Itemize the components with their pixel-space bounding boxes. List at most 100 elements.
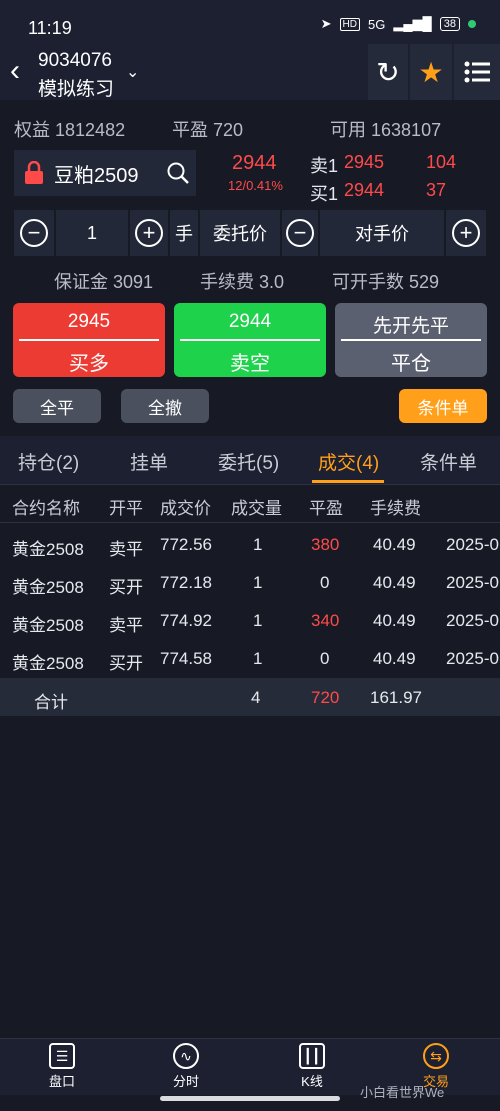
timeshare-icon: ∿ [173,1043,199,1069]
price-increase-button[interactable]: + [446,210,486,256]
cancel-all-button[interactable]: 全撤 [121,389,209,423]
price-input[interactable]: 对手价 [320,210,444,256]
price-type-label: 委托价 [200,210,280,256]
status-icons: ➤ HD 5G ▂▄▆█ 38 [321,16,476,32]
hd-icon: HD [339,17,360,31]
cell-price: 772.56 [160,535,212,554]
total-fee: 161.97 [370,688,422,707]
sell-label: 卖空 [230,353,270,375]
cell-fee: 40.49 [373,535,416,554]
commission: 手续费 3.0 [200,272,285,292]
menu-button[interactable] [454,44,500,100]
signal-icon: ▂▄▆█ [393,16,432,31]
minus-icon: − [286,219,314,247]
search-icon[interactable] [160,161,196,185]
cell-time: 2025-0 [446,611,499,630]
contract-selector[interactable]: 豆粕2509 [14,150,196,196]
bid-price[interactable]: 2944 [344,180,384,201]
price-decrease-button[interactable]: − [282,210,318,256]
total-volume: 4 [251,688,261,707]
divider [341,339,481,341]
cell-time: 2025-0 [446,573,499,592]
ask-price[interactable]: 2945 [344,152,384,173]
orderbook-icon: ☰ [49,1043,75,1069]
price-change: 12/0.41% [228,178,283,193]
close-label: 平仓 [391,353,431,375]
col-price: 成交价 [160,499,211,518]
status-bar: 11:19 ➤ HD 5G ▂▄▆█ 38 [0,0,500,44]
table-row[interactable]: 黄金2508 买开 774.58 1 0 40.49 2025-0 [0,639,500,677]
qty-unit: 手 [170,210,198,256]
divider [180,339,320,341]
divider [19,339,159,341]
cell-pnl: 0 [320,649,330,668]
ask-row[interactable]: 卖1 2945 104 [310,152,456,178]
conditional-order-button[interactable]: 条件单 [399,389,487,423]
col-contract: 合约名称 [12,499,80,518]
candlestick-icon: ┃┃ [299,1043,325,1069]
available-funds: 可用 1638107 [330,120,442,140]
nav-orderbook[interactable]: ☰ 盘口 [22,1043,102,1090]
battery-icon: 38 [439,17,460,31]
nav-label: 分时 [172,1074,199,1089]
cell-pnl: 0 [320,573,330,592]
location-icon: ➤ [320,16,332,31]
table-row[interactable]: 黄金2508 卖平 774.92 1 340 40.49 2025-0 [0,601,500,639]
cell-price: 772.18 [160,573,212,592]
account-mode[interactable]: 模拟练习 [38,74,114,101]
close-mode: 先开先平 [372,316,449,337]
account-number[interactable]: 9034076 [38,50,112,72]
nav-kline[interactable]: ┃┃ K线 [272,1043,352,1090]
watermark: 小白看世界We [360,1085,445,1100]
cell-contract: 黄金2508 [12,654,84,673]
order-controls: − 1 + 手 委托价 − 对手价 + [14,210,486,256]
cell-open-close: 买开 [109,654,143,673]
cell-time: 2025-0 [446,535,499,554]
tab-pending[interactable]: 挂单 [130,448,168,475]
network-label: 5G [367,16,386,32]
last-price: 2944 [232,152,277,174]
floating-pnl: 平盈 720 [172,120,244,140]
ask-label: 卖1 [310,156,339,176]
privacy-dot [468,20,476,28]
qty-decrease-button[interactable]: − [14,210,54,256]
menu-icon [464,61,490,83]
bid-volume: 37 [426,180,447,200]
close-position-button[interactable]: 先开先平 平仓 [335,303,487,377]
tab-positions[interactable]: 持仓(2) [18,448,79,475]
cell-fee: 40.49 [373,649,416,668]
home-indicator[interactable] [160,1096,340,1101]
qty-input[interactable]: 1 [56,210,128,256]
cell-pnl: 340 [311,611,340,630]
table-row[interactable]: 黄金2508 卖平 772.56 1 380 40.49 2025-0 [0,525,500,563]
favorite-button[interactable]: ★ [410,44,452,100]
tab-trades[interactable]: 成交(4) [318,448,379,475]
back-icon[interactable]: ‹ [10,56,20,86]
nav-timeshare[interactable]: ∿ 分时 [146,1043,226,1090]
qty-increase-button[interactable]: + [130,210,168,256]
close-all-button[interactable]: 全平 [13,389,101,423]
cell-contract: 黄金2508 [12,578,84,597]
sell-short-button[interactable]: 2944 卖空 [174,303,326,377]
tab-orders[interactable]: 委托(5) [218,448,279,475]
sell-price: 2944 [228,311,272,332]
trade-icon: ⇆ [423,1043,449,1069]
star-icon: ★ [418,56,444,88]
bid-row[interactable]: 买1 2944 37 [310,180,446,206]
nav-label: 盘口 [48,1074,75,1089]
equity: 权益 1812482 [14,120,126,140]
buy-long-button[interactable]: 2945 买多 [13,303,165,377]
max-lots: 可开手数 529 [332,272,440,292]
refresh-button[interactable]: ↻ [368,44,408,100]
active-tab-indicator [312,480,384,483]
total-label: 合计 [34,693,68,712]
lock-icon[interactable] [14,150,54,196]
chevron-down-icon[interactable]: ⌄ [126,62,139,82]
buy-label: 买多 [69,353,109,375]
cell-volume: 1 [253,535,263,554]
cell-pnl: 380 [311,535,340,554]
ask-volume: 104 [426,152,457,172]
cell-volume: 1 [253,649,263,668]
tab-conditional[interactable]: 条件单 [420,448,477,475]
table-row[interactable]: 黄金2508 买开 772.18 1 0 40.49 2025-0 [0,563,500,601]
